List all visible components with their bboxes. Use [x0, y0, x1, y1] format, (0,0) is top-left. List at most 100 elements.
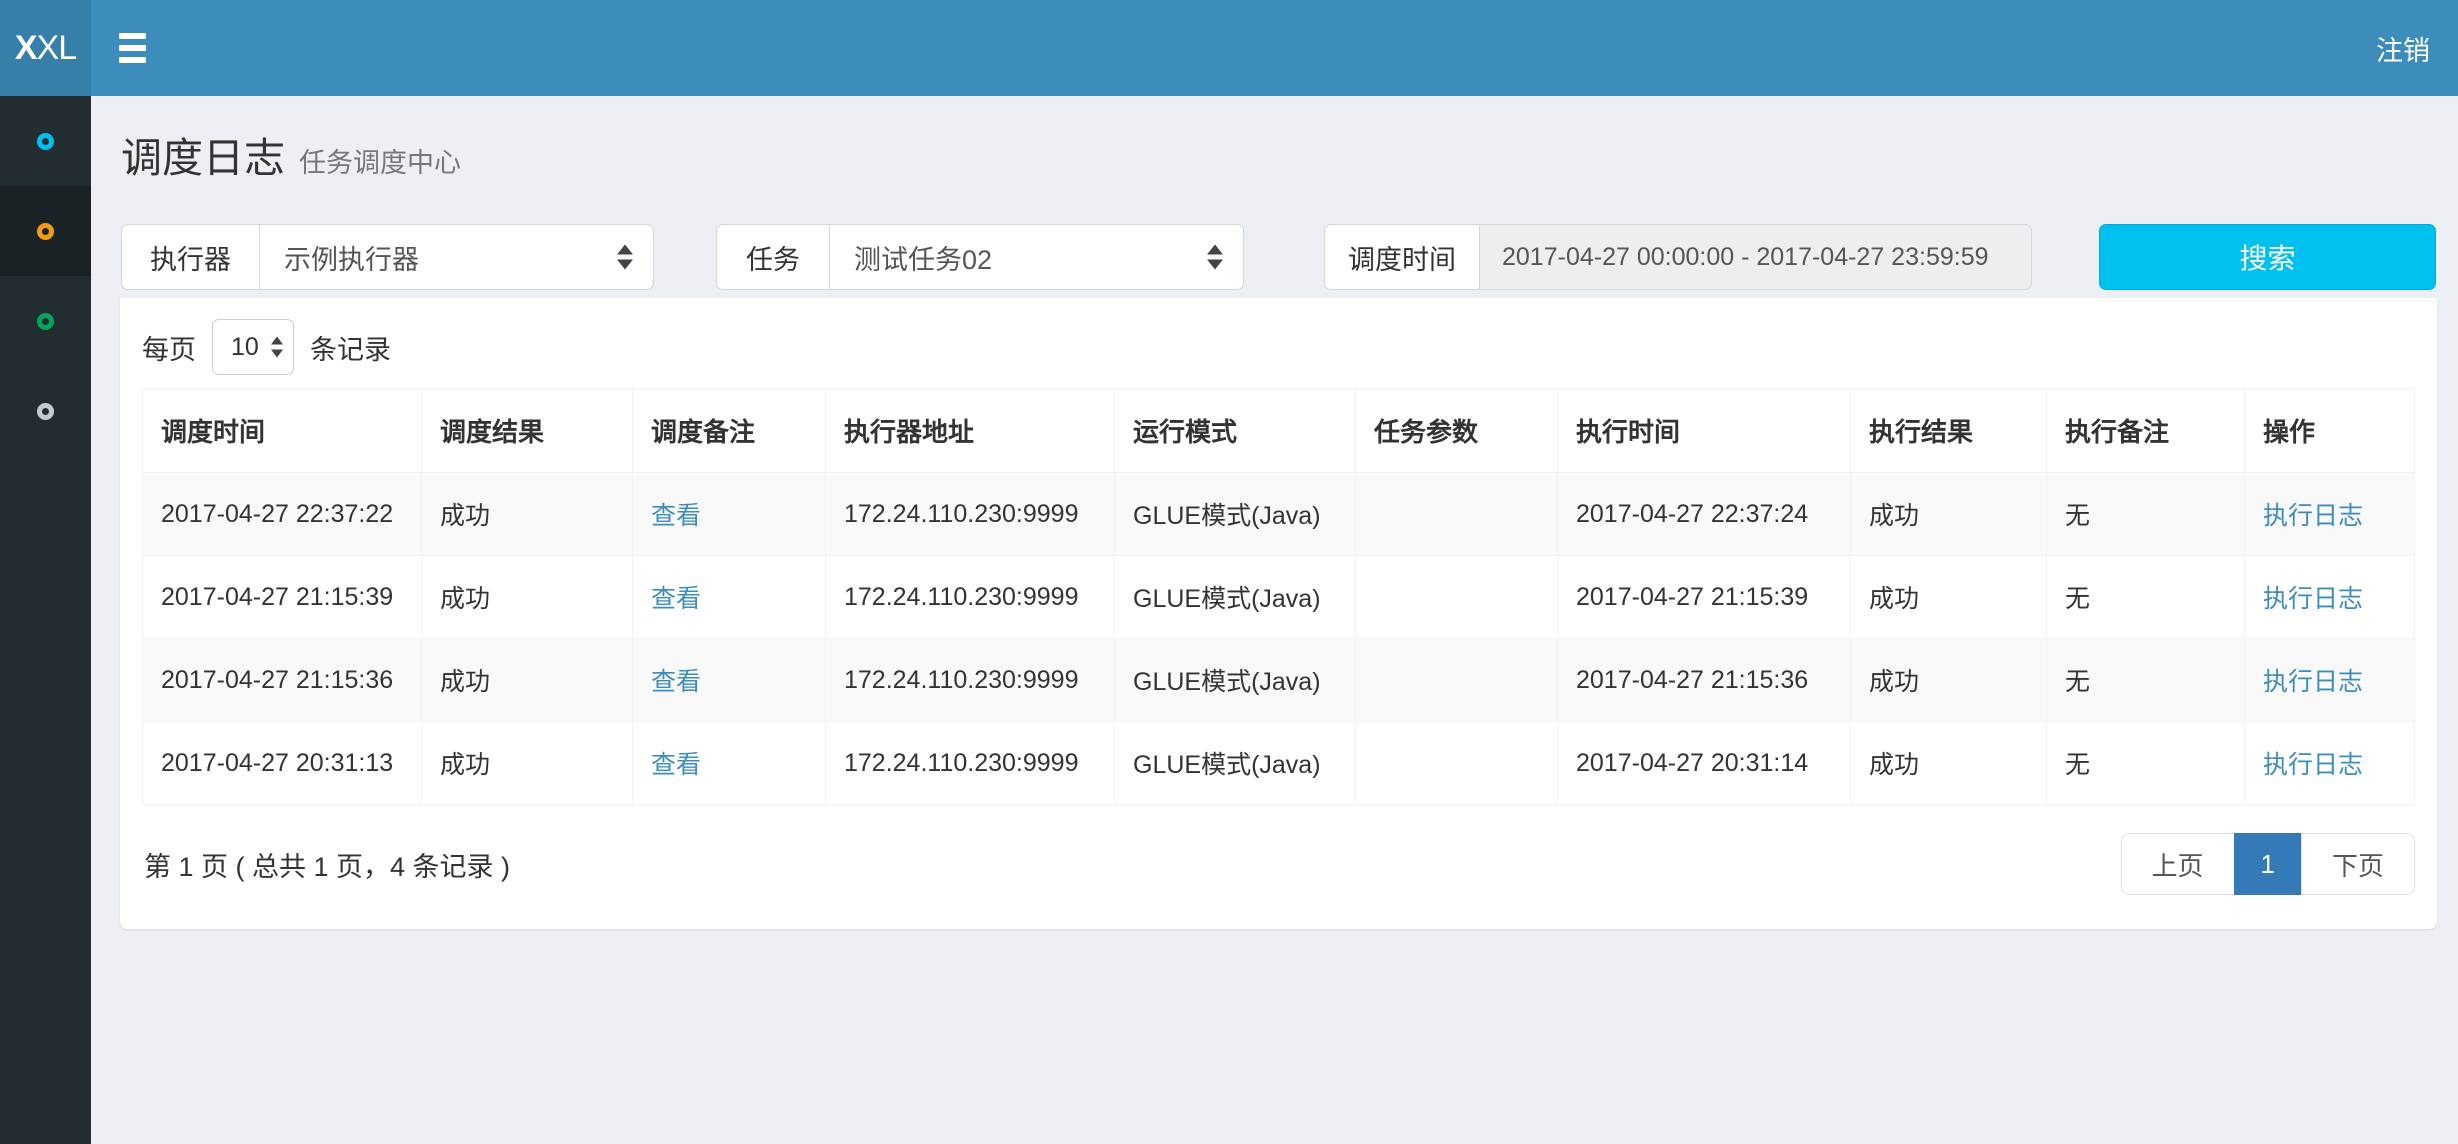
- job-select-value: 测试任务02: [854, 238, 992, 277]
- content-header: 调度日志 任务调度中心: [91, 96, 2458, 184]
- executor-select-value: 示例执行器: [284, 238, 419, 277]
- table-header-row: 调度时间 调度结果 调度备注 执行器地址 运行模式 任务参数 执行时间 执行结果…: [143, 389, 2415, 473]
- trigger-time-filter-label: 调度时间: [1324, 224, 1479, 290]
- circle-icon: [37, 403, 54, 420]
- app-logo[interactable]: XXL: [0, 0, 91, 96]
- cell-handle-time: 2017-04-27 21:15:36: [1558, 639, 1851, 722]
- table-row: 2017-04-27 22:37:22 成功 查看 172.24.110.230…: [143, 473, 2415, 556]
- cell-executor-param: [1356, 556, 1558, 639]
- page-title: 调度日志: [121, 124, 285, 184]
- cell-trigger-result: 成功: [422, 556, 633, 639]
- executor-select[interactable]: 示例执行器: [259, 224, 654, 290]
- cell-trigger-result: 成功: [422, 639, 633, 722]
- col-header-handle-time: 执行时间: [1558, 389, 1851, 473]
- cell-action: 执行日志: [2245, 639, 2415, 722]
- cell-executor-address: 172.24.110.230:9999: [826, 722, 1115, 805]
- cell-trigger-msg: 查看: [633, 639, 826, 722]
- execution-log-link[interactable]: 执行日志: [2263, 751, 2363, 779]
- col-header-executor-param: 任务参数: [1356, 389, 1558, 473]
- cell-handle-result: 成功: [1851, 722, 2047, 805]
- execution-log-link[interactable]: 执行日志: [2263, 585, 2363, 613]
- table-row: 2017-04-27 20:31:13 成功 查看 172.24.110.230…: [143, 722, 2415, 805]
- cell-executor-param: [1356, 639, 1558, 722]
- cell-handle-msg: 无: [2047, 722, 2245, 805]
- next-page-button[interactable]: 下页: [2301, 833, 2415, 895]
- current-page-button[interactable]: 1: [2234, 833, 2302, 895]
- sidebar-toggle-button[interactable]: [119, 0, 175, 96]
- cell-executor-param: [1356, 722, 1558, 805]
- col-header-executor-address: 执行器地址: [826, 389, 1115, 473]
- job-filter-group: 任务 测试任务02: [716, 224, 1244, 290]
- logout-link[interactable]: 注销: [2376, 0, 2430, 96]
- cell-trigger-time: 2017-04-27 22:37:22: [143, 473, 422, 556]
- app-logo-text: XL: [37, 29, 77, 68]
- col-header-trigger-time: 调度时间: [143, 389, 422, 473]
- filter-bar: 执行器 示例执行器 任务 测试任务02 调度时间 2017-04-27 00:0…: [121, 224, 2437, 290]
- cell-handle-time: 2017-04-27 21:15:39: [1558, 556, 1851, 639]
- execution-log-link[interactable]: 执行日志: [2263, 668, 2363, 696]
- col-header-trigger-result: 调度结果: [422, 389, 633, 473]
- panel-footer: 第 1 页 ( 总共 1 页，4 条记录 ) 上页 1 下页: [142, 833, 2415, 895]
- cell-handle-result: 成功: [1851, 473, 2047, 556]
- execution-log-link[interactable]: 执行日志: [2263, 502, 2363, 530]
- hamburger-icon: [119, 33, 146, 39]
- circle-icon: [37, 313, 54, 330]
- cell-glue-type: GLUE模式(Java): [1115, 722, 1356, 805]
- sidebar-item-4[interactable]: [0, 366, 91, 456]
- cell-handle-msg: 无: [2047, 639, 2245, 722]
- view-trigger-msg-link[interactable]: 查看: [651, 751, 701, 779]
- executor-filter-group: 执行器 示例执行器: [121, 224, 654, 290]
- cell-executor-address: 172.24.110.230:9999: [826, 639, 1115, 722]
- sidebar-item-1[interactable]: [0, 96, 91, 186]
- cell-glue-type: GLUE模式(Java): [1115, 473, 1356, 556]
- circle-icon: [37, 133, 54, 150]
- content-area: 调度日志 任务调度中心 执行器 示例执行器 任务 测试任务02: [91, 96, 2458, 1144]
- view-trigger-msg-link[interactable]: 查看: [651, 585, 701, 613]
- page-size-value: 10: [231, 333, 259, 362]
- cell-handle-result: 成功: [1851, 556, 2047, 639]
- cell-executor-address: 172.24.110.230:9999: [826, 473, 1115, 556]
- executor-filter-label: 执行器: [121, 224, 259, 290]
- cell-executor-address: 172.24.110.230:9999: [826, 556, 1115, 639]
- cell-trigger-result: 成功: [422, 473, 633, 556]
- cell-trigger-result: 成功: [422, 722, 633, 805]
- page-size-prefix-label: 每页: [142, 328, 196, 367]
- cell-handle-result: 成功: [1851, 639, 2047, 722]
- sidebar-item-2-active[interactable]: [0, 186, 91, 276]
- pagination-summary: 第 1 页 ( 总共 1 页，4 条记录 ): [142, 845, 510, 884]
- cell-handle-msg: 无: [2047, 556, 2245, 639]
- cell-trigger-msg: 查看: [633, 473, 826, 556]
- cell-trigger-msg: 查看: [633, 556, 826, 639]
- job-select[interactable]: 测试任务02: [829, 224, 1244, 290]
- dispatch-log-table: 调度时间 调度结果 调度备注 执行器地址 运行模式 任务参数 执行时间 执行结果…: [142, 388, 2415, 805]
- trigger-time-filter-group: 调度时间 2017-04-27 00:00:00 - 2017-04-27 23…: [1324, 224, 2032, 290]
- page-subtitle: 任务调度中心: [299, 141, 461, 180]
- select-arrows-icon: [617, 245, 633, 270]
- trigger-time-range-input[interactable]: 2017-04-27 00:00:00 - 2017-04-27 23:59:5…: [1479, 224, 2032, 290]
- cell-trigger-time: 2017-04-27 21:15:36: [143, 639, 422, 722]
- pagination: 上页 1 下页: [2121, 833, 2416, 895]
- log-panel: 每页 10 条记录 调度时间 调度结果 调度备注 执行器地址: [120, 298, 2437, 929]
- page-size-select[interactable]: 10: [212, 319, 294, 375]
- prev-page-button[interactable]: 上页: [2121, 833, 2235, 895]
- cell-action: 执行日志: [2245, 556, 2415, 639]
- view-trigger-msg-link[interactable]: 查看: [651, 502, 701, 530]
- select-arrows-icon: [1207, 245, 1223, 270]
- page-size-row: 每页 10 条记录: [142, 314, 2415, 380]
- col-header-handle-msg: 执行备注: [2047, 389, 2245, 473]
- cell-handle-msg: 无: [2047, 473, 2245, 556]
- cell-handle-time: 2017-04-27 22:37:24: [1558, 473, 1851, 556]
- cell-trigger-time: 2017-04-27 21:15:39: [143, 556, 422, 639]
- table-row: 2017-04-27 21:15:36 成功 查看 172.24.110.230…: [143, 639, 2415, 722]
- top-navbar: XXL 注销: [0, 0, 2458, 96]
- sidebar-item-3[interactable]: [0, 276, 91, 366]
- cell-action: 执行日志: [2245, 722, 2415, 805]
- col-header-action: 操作: [2245, 389, 2415, 473]
- view-trigger-msg-link[interactable]: 查看: [651, 668, 701, 696]
- search-button[interactable]: 搜索: [2099, 224, 2436, 290]
- col-header-glue-type: 运行模式: [1115, 389, 1356, 473]
- page-size-suffix-label: 条记录: [310, 328, 391, 367]
- cell-action: 执行日志: [2245, 473, 2415, 556]
- select-arrows-icon: [271, 337, 283, 358]
- cell-executor-param: [1356, 473, 1558, 556]
